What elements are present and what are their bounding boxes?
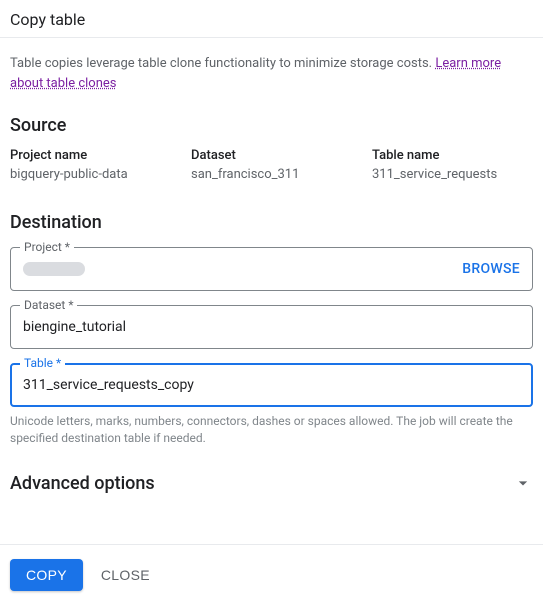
project-value-redacted [23, 262, 85, 276]
dialog-title: Copy table [10, 10, 533, 29]
dialog-footer: COPY CLOSE [0, 544, 543, 605]
destination-heading: Destination [10, 212, 533, 233]
source-project-value: bigquery-public-data [10, 167, 171, 182]
table-field[interactable] [10, 363, 533, 407]
description-body: Table copies leverage table clone functi… [10, 56, 435, 71]
project-field[interactable]: BROWSE [10, 247, 533, 291]
source-table-value: 311_service_requests [372, 167, 533, 182]
source-dataset-label: Dataset [191, 148, 352, 163]
dataset-field[interactable] [10, 305, 533, 349]
source-table-label: Table name [372, 148, 533, 163]
source-project-label: Project name [10, 148, 171, 163]
table-input[interactable] [23, 377, 520, 393]
project-field-label: Project * [20, 240, 74, 254]
dataset-input[interactable] [23, 319, 520, 335]
advanced-options-label: Advanced options [10, 473, 155, 494]
close-button[interactable]: CLOSE [101, 567, 150, 583]
advanced-options-toggle[interactable]: Advanced options [10, 473, 533, 494]
dataset-field-label: Dataset * [20, 298, 77, 312]
browse-button[interactable]: BROWSE [462, 261, 520, 277]
source-grid: Project name bigquery-public-data Datase… [10, 148, 533, 182]
chevron-down-icon [513, 473, 533, 493]
source-dataset-value: san_francisco_311 [191, 167, 352, 182]
description-text: Table copies leverage table clone functi… [10, 54, 533, 93]
table-field-label: Table * [20, 356, 65, 370]
copy-button[interactable]: COPY [10, 559, 83, 591]
table-helper-text: Unicode letters, marks, numbers, connect… [10, 413, 533, 447]
source-heading: Source [10, 115, 533, 136]
